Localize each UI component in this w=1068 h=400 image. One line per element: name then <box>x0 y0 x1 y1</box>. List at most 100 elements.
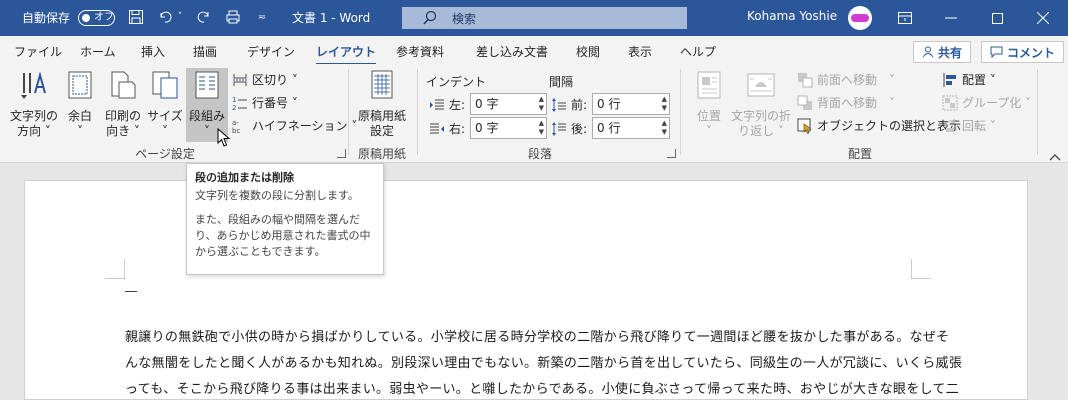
align-button[interactable]: 配置 ˅ <box>942 71 996 88</box>
save-icon[interactable] <box>127 8 145 26</box>
selection-pane-icon <box>797 118 812 134</box>
tab-help[interactable]: ヘルプ <box>680 43 716 60</box>
undo-icon[interactable] <box>156 8 174 26</box>
indent-right-input[interactable]: 0 字 ▲ ▼ <box>470 117 547 139</box>
customize-qat-icon[interactable]: ≂ <box>253 8 271 26</box>
wrap-text-label-2: り返し ˅ <box>738 124 784 138</box>
spacing-after-input[interactable]: 0 行 ▲ ▼ <box>592 117 670 139</box>
indent-left-input[interactable]: 0 字 ▲ ▼ <box>470 93 547 115</box>
tab-insert[interactable]: 挿入 <box>141 43 165 60</box>
spinner-arrows-icon[interactable]: ▲ ▼ <box>662 119 667 137</box>
indent-right-label: 右: <box>449 122 466 136</box>
wrap-text-button[interactable]: 文字列の折 り返し ˅ <box>730 69 792 139</box>
comments-button[interactable]: コメント <box>981 41 1065 63</box>
spinner-arrows-icon[interactable]: ▲ ▼ <box>539 95 544 113</box>
manuscript-label-1: 原稿用紙 <box>357 109 406 123</box>
selection-pane-button[interactable]: オブジェクトの選択と表示 <box>797 117 961 134</box>
comments-label: コメント <box>1007 45 1056 60</box>
send-backward-icon <box>797 95 812 110</box>
breaks-button[interactable]: 区切り ˅ <box>232 71 298 88</box>
text-direction-label-2: 方向 ˅ <box>17 124 51 138</box>
minimize-icon[interactable] <box>928 0 974 36</box>
avatar[interactable] <box>848 6 872 30</box>
tab-layout[interactable]: レイアウト <box>316 43 377 66</box>
document-line[interactable]: 親譲りの無鉄砲で小供の時から損ばかりしている。小学校に居る時分学校の二階から飛び… <box>125 326 949 345</box>
manuscript-settings-button[interactable]: 原稿用紙 設定 <box>354 69 410 139</box>
position-label-2: ˅ <box>706 124 712 138</box>
text-direction-icon <box>21 71 46 99</box>
columns-label-1: 段組み <box>188 109 225 123</box>
tab-draw[interactable]: 描画 <box>193 43 217 60</box>
spacing-after-icon <box>552 121 566 136</box>
tab-home[interactable]: ホーム <box>80 43 116 60</box>
send-backward-button[interactable]: 背面へ移動 ˅ <box>797 94 895 111</box>
hyphenation-icon: a-bc <box>232 119 240 134</box>
document-line[interactable]: っても、そこから飛び降りる事は出来まい。弱虫やーい。と囃したからである。小使に負… <box>125 378 959 397</box>
hyphenation-button[interactable]: a-bc ハイフネーション ˅ <box>232 117 357 134</box>
align-icon <box>943 72 956 87</box>
maximize-icon[interactable] <box>974 0 1020 36</box>
manuscript-paper-icon <box>371 70 393 99</box>
paragraph-group-label: 段落 <box>527 147 552 161</box>
spacing-before-input[interactable]: 0 行 ▲ ▼ <box>592 93 670 115</box>
orientation-label-1: 印刷の <box>104 109 141 123</box>
margins-icon <box>68 71 92 99</box>
orientation-icon <box>111 71 136 99</box>
selection-pane-label: オブジェクトの選択と表示 <box>817 119 962 133</box>
group-divider <box>1037 69 1038 155</box>
ribbon-tabs: ファイル ホーム 挿入 描画 デザイン レイアウト 参考資料 差し込み文書 校閲… <box>0 36 1068 66</box>
comment-icon <box>990 46 1003 58</box>
toggle-knob <box>82 14 90 22</box>
tab-review[interactable]: 校閲 <box>576 43 600 60</box>
rotate-button[interactable]: 回転 ˅ <box>942 117 996 134</box>
search-icon <box>423 10 437 25</box>
tab-design[interactable]: デザイン <box>247 43 295 60</box>
paragraph-launcher-icon[interactable] <box>667 149 676 158</box>
size-icon <box>152 71 178 99</box>
size-label-1: サイズ <box>147 109 183 123</box>
tab-file[interactable]: ファイル <box>14 43 62 60</box>
page-setup-launcher-icon[interactable] <box>337 149 346 158</box>
position-button[interactable]: 位置 ˅ <box>690 69 728 139</box>
indent-header: インデント <box>426 75 487 89</box>
tab-view[interactable]: 表示 <box>628 43 652 60</box>
search-box[interactable]: 検索 <box>402 7 687 29</box>
spinner-arrows-icon[interactable]: ▲ ▼ <box>539 119 544 137</box>
spinner-arrows-icon[interactable]: ▲ ▼ <box>662 95 667 113</box>
redo-icon[interactable] <box>195 8 213 26</box>
spacing-before-label: 前: <box>571 98 588 112</box>
collapse-ribbon-icon[interactable] <box>1048 151 1062 163</box>
line-numbers-button[interactable]: 12 行番号 ˅ <box>232 94 298 111</box>
autosave-toggle[interactable]: オフ <box>78 10 115 26</box>
orientation-button[interactable]: 印刷の 向き ˅ <box>101 69 145 139</box>
size-button[interactable]: サイズ ˅ <box>146 69 184 139</box>
spacing-after-value: 0 行 <box>597 121 621 135</box>
tooltip-title: 段の追加または削除 <box>195 171 294 184</box>
wrap-text-label-1: 文字列の折 <box>730 109 791 123</box>
align-label: 配置 ˅ <box>962 73 996 87</box>
position-label-1: 位置 <box>696 109 721 123</box>
wrap-text-icon <box>747 73 775 97</box>
undo-dropdown-icon[interactable]: ˅ <box>175 8 185 26</box>
print-preview-icon[interactable] <box>224 8 242 26</box>
ribbon-display-options-icon[interactable] <box>882 0 928 36</box>
tab-references[interactable]: 参考資料 <box>396 43 444 60</box>
group-divider <box>348 69 349 155</box>
indent-left-value: 0 字 <box>475 97 499 111</box>
bring-forward-button[interactable]: 前面へ移動 ˅ <box>797 71 895 88</box>
search-placeholder: 検索 <box>452 12 477 26</box>
text-direction-button[interactable]: 文字列の 方向 ˅ <box>8 69 60 139</box>
group-button[interactable]: グループ化 ˅ <box>942 94 1031 111</box>
tooltip-line-2: また、段組みの幅や間隔を選んだり、あらかじめ用意された書式の中から選ぶこともでき… <box>195 213 371 258</box>
tab-mailings[interactable]: 差し込み文書 <box>476 43 548 60</box>
close-icon[interactable] <box>1020 0 1066 36</box>
hyphenation-label: ハイフネーション ˅ <box>252 119 358 133</box>
indent-left-icon <box>430 99 444 109</box>
share-button[interactable]: 共有 <box>913 41 972 63</box>
line-numbers-label: 行番号 ˅ <box>252 96 298 110</box>
position-icon <box>697 71 721 99</box>
user-name[interactable]: Kohama Yoshie <box>747 9 837 23</box>
document-line[interactable]: んな無闇をしたと聞く人があるかも知れぬ。別段深い理由でもない。新築の二階から首を… <box>125 352 962 371</box>
chevron-down-icon: ˅ <box>889 72 896 87</box>
margins-button[interactable]: 余白 ˅ <box>64 69 96 139</box>
